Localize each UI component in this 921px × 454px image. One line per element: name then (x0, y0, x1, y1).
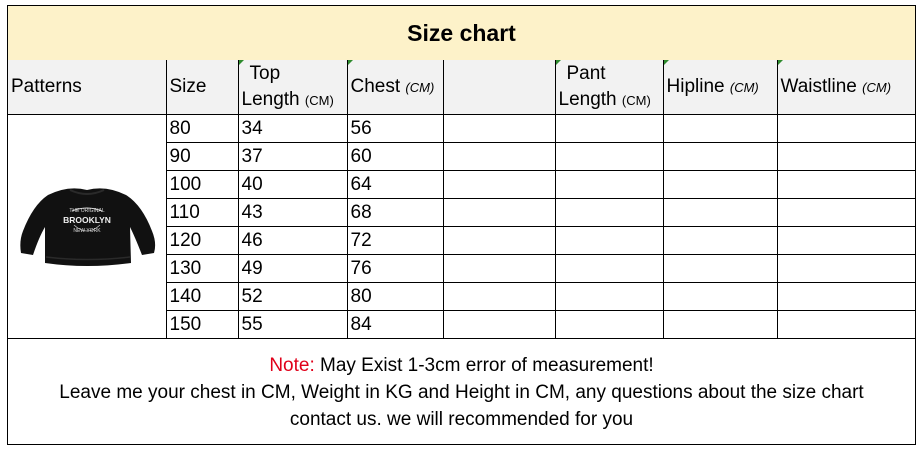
header-patterns: Patterns (8, 60, 167, 115)
header-blank (442, 60, 556, 115)
top-length-cell: 55 (237, 310, 348, 339)
size-table: Patterns Size Top Length (CM) Chest (CM)… (8, 60, 915, 339)
empty-cell (442, 170, 556, 199)
top-length-cell: 40 (237, 170, 348, 199)
chest-cell: 76 (346, 254, 444, 283)
waistline-cell (776, 114, 915, 143)
empty-cell (442, 226, 556, 255)
chest-cell: 72 (346, 226, 444, 255)
header-size: Size (165, 60, 239, 115)
waistline-cell (776, 198, 915, 227)
size-cell: 80 (165, 114, 239, 143)
top-length-cell: 46 (237, 226, 348, 255)
top-length-cell: 52 (237, 282, 348, 311)
size-chart-sheet: Size chart Patterns Size Top Length (CM)… (7, 5, 916, 445)
pattern-image-cell: THE ORIGINAL BROOKLYN NEW YORK (8, 114, 167, 339)
note-label: Note: (269, 355, 315, 376)
top-length-cell: 43 (237, 198, 348, 227)
cell-marker (239, 60, 244, 65)
cell-marker (664, 60, 669, 65)
pant-length-cell (554, 310, 664, 339)
hipline-cell (662, 142, 778, 171)
pant-length-cell (554, 114, 664, 143)
hipline-cell (662, 254, 778, 283)
size-cell: 100 (166, 170, 239, 199)
pant-length-cell (554, 198, 664, 227)
pant-length-cell (554, 282, 664, 311)
hipline-cell (662, 114, 778, 143)
waistline-cell (776, 282, 915, 311)
header-chest: Chest (CM) (346, 60, 444, 115)
sweatshirt-image: THE ORIGINAL BROOKLYN NEW YORK (20, 187, 155, 266)
footer-note: Note: May Exist 1-3cm error of measureme… (8, 341, 915, 444)
empty-cell (442, 254, 556, 283)
waistline-cell (776, 226, 915, 255)
svg-text:BROOKLYN: BROOKLYN (63, 215, 111, 225)
pant-length-cell (554, 254, 664, 283)
chest-cell: 56 (346, 114, 444, 143)
chest-cell: 60 (346, 142, 444, 171)
size-cell: 150 (166, 310, 239, 339)
chest-cell: 80 (346, 282, 444, 311)
header-waistline: Waistline (CM) (776, 60, 915, 115)
size-cell: 120 (166, 226, 239, 255)
pant-length-cell (554, 170, 664, 199)
header-pant-length: Pant Length (CM) (554, 60, 664, 115)
hipline-cell (662, 282, 778, 311)
header-row: Patterns Size Top Length (CM) Chest (CM)… (8, 60, 915, 115)
chest-cell: 68 (346, 198, 444, 227)
hipline-cell (662, 226, 778, 255)
waistline-cell (776, 142, 915, 171)
empty-cell (442, 198, 556, 227)
size-cell: 110 (166, 198, 239, 227)
chart-title: Size chart (8, 6, 915, 61)
empty-cell (442, 114, 556, 143)
hipline-cell (662, 310, 778, 339)
cell-marker (556, 60, 561, 65)
pant-length-cell (554, 142, 664, 171)
empty-cell (442, 282, 556, 311)
footer-line-2: Leave me your chest in CM, Weight in KG … (59, 382, 864, 403)
waistline-cell (776, 170, 915, 199)
size-cell: 140 (166, 282, 239, 311)
top-length-cell: 49 (237, 254, 348, 283)
empty-cell (442, 310, 556, 339)
empty-cell (442, 142, 556, 171)
size-cell: 90 (166, 142, 239, 171)
chest-cell: 84 (346, 310, 444, 339)
pant-length-cell (554, 226, 664, 255)
hipline-cell (662, 170, 778, 199)
waistline-cell (776, 254, 915, 283)
footer-line-3: contact us. we will recommended for you (289, 409, 634, 430)
top-length-cell: 34 (237, 114, 348, 143)
table-row: THE ORIGINAL BROOKLYN NEW YORK 80 34 56 (8, 114, 915, 339)
header-hipline: Hipline (CM) (662, 60, 778, 115)
hipline-cell (662, 198, 778, 227)
waistline-cell (776, 310, 915, 339)
note-text: May Exist 1-3cm error of measurement! (314, 355, 654, 376)
top-length-cell: 37 (237, 142, 348, 171)
cell-marker (778, 60, 783, 65)
header-top-length: Top Length (CM) (237, 60, 348, 115)
note-line: Note: May Exist 1-3cm error of measureme… (269, 352, 653, 379)
cell-marker (348, 60, 353, 65)
chest-cell: 64 (346, 170, 444, 199)
size-cell: 130 (166, 254, 239, 283)
svg-text:THE ORIGINAL: THE ORIGINAL (69, 208, 105, 214)
